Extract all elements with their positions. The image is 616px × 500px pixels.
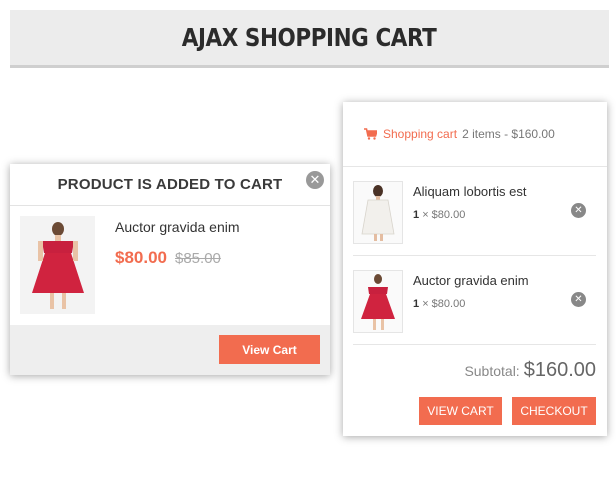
red-dress-image bbox=[361, 273, 395, 330]
cart-item: Auctor gravida enim 1 × $80.00 ✕ bbox=[353, 267, 596, 345]
checkout-button[interactable]: CHECKOUT bbox=[512, 397, 596, 425]
cart-item-name[interactable]: Auctor gravida enim bbox=[413, 273, 529, 288]
remove-item-icon[interactable]: ✕ bbox=[571, 203, 586, 218]
remove-item-icon[interactable]: ✕ bbox=[571, 292, 586, 307]
cart-summary: 2 items - $160.00 bbox=[462, 127, 555, 141]
mini-cart-dropdown: Shopping cart 2 items - $160.00 Aliquam … bbox=[343, 102, 607, 436]
product-old-price: $85.00 bbox=[175, 250, 221, 267]
cart-item-qty: 1 × $80.00 bbox=[413, 298, 466, 310]
subtotal-value: $160.00 bbox=[523, 359, 596, 381]
added-to-cart-popup: PRODUCT IS ADDED TO CART ✕ Auctor gravid… bbox=[10, 164, 330, 375]
product-prices: $80.00 $85.00 bbox=[115, 248, 221, 268]
page-title: AJAX SHOPPING CART bbox=[182, 23, 437, 52]
subtotal-label: Subtotal: bbox=[464, 363, 520, 379]
popup-title: PRODUCT IS ADDED TO CART bbox=[57, 176, 283, 193]
page-header: AJAX SHOPPING CART bbox=[10, 10, 609, 68]
cart-item-image[interactable] bbox=[353, 270, 403, 333]
view-cart-button[interactable]: VIEW CART bbox=[419, 397, 502, 425]
cart-item-qty: 1 × $80.00 bbox=[413, 209, 466, 221]
white-dress-image bbox=[361, 184, 395, 241]
red-dress-image bbox=[31, 222, 84, 309]
product-image bbox=[20, 216, 95, 314]
popup-header: PRODUCT IS ADDED TO CART bbox=[10, 164, 330, 206]
shopping-cart-icon bbox=[364, 128, 377, 140]
cart-item-image[interactable] bbox=[353, 181, 403, 244]
cart-header: Shopping cart 2 items - $160.00 bbox=[343, 102, 607, 167]
popup-footer: View Cart bbox=[10, 325, 330, 375]
cart-subtotal: Subtotal: $160.00 bbox=[464, 359, 596, 382]
product-name[interactable]: Auctor gravida enim bbox=[115, 219, 240, 235]
view-cart-button[interactable]: View Cart bbox=[219, 335, 320, 364]
shopping-cart-link[interactable]: Shopping cart bbox=[383, 127, 457, 141]
cart-item: Aliquam lobortis est 1 × $80.00 ✕ bbox=[353, 178, 596, 256]
cart-item-name[interactable]: Aliquam lobortis est bbox=[413, 184, 526, 199]
close-icon[interactable]: ✕ bbox=[306, 171, 324, 189]
popup-product: Auctor gravida enim $80.00 $85.00 bbox=[10, 206, 330, 324]
product-price: $80.00 bbox=[115, 248, 167, 267]
